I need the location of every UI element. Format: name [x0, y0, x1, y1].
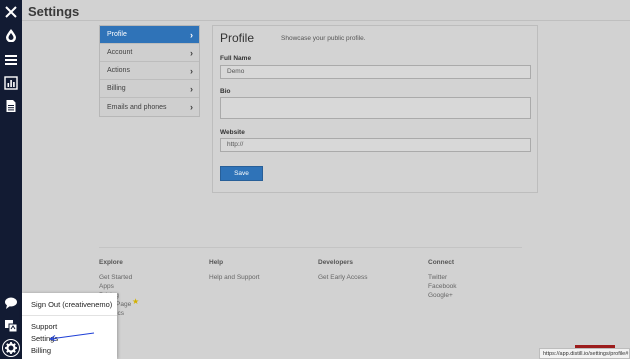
- nav-item-label: Account: [107, 49, 133, 56]
- footer-link-help-support[interactable]: Help and Support: [209, 273, 260, 282]
- chevron-right-icon: ›: [190, 47, 193, 58]
- chevron-right-icon: ›: [190, 102, 193, 112]
- annotation-arrow-icon: [49, 332, 95, 341]
- left-rail: [0, 0, 22, 359]
- settings-nav-account[interactable]: Account ›: [100, 44, 199, 62]
- footer-link-get-started[interactable]: Get Started: [99, 273, 132, 282]
- footer-developers: Developers Get Early Access: [318, 259, 368, 282]
- footer-divider: [99, 247, 522, 248]
- footer-help: Help Help and Support: [209, 259, 260, 282]
- nav-item-label: Emails and phones: [107, 103, 167, 111]
- settings-nav-billing[interactable]: Billing ›: [100, 80, 199, 98]
- save-button[interactable]: Save: [220, 166, 263, 181]
- profile-panel: Profile Showcase your public profile. Fu…: [212, 25, 538, 193]
- full-name-label: Full Name: [220, 55, 252, 62]
- document-icon[interactable]: [3, 98, 19, 114]
- website-label: Website: [220, 129, 245, 136]
- settings-nav-actions[interactable]: Actions ›: [100, 62, 199, 80]
- star-icon: ★: [132, 297, 140, 306]
- full-name-input[interactable]: Demo: [220, 65, 531, 79]
- bio-label: Bio: [220, 88, 231, 95]
- menu-divider: [22, 315, 117, 316]
- nav-item-label: Profile: [107, 31, 127, 38]
- menu-item-billing[interactable]: Billing: [31, 346, 51, 355]
- chevron-right-icon: ›: [190, 29, 193, 40]
- close-icon[interactable]: [3, 4, 19, 20]
- footer-link-twitter[interactable]: Twitter: [428, 273, 457, 282]
- menu-item-sign-out[interactable]: Sign Out (creativenemo): [31, 300, 112, 309]
- account-popup-menu: Sign Out (creativenemo) Support Settings…: [22, 293, 117, 359]
- page-title: Settings: [28, 4, 80, 19]
- footer-heading: Developers: [318, 259, 354, 266]
- footer-link-apps[interactable]: Apps: [99, 282, 132, 291]
- footer-connect: Connect Twitter Facebook Google+: [428, 259, 457, 300]
- footer-heading: Explore: [99, 259, 123, 266]
- chart-icon[interactable]: [3, 75, 19, 91]
- header-divider: [22, 20, 630, 21]
- drop-icon[interactable]: [3, 27, 19, 43]
- footer-link-google-plus[interactable]: Google+: [428, 291, 457, 300]
- footer-heading: Help: [209, 259, 224, 266]
- chat-icon[interactable]: [3, 295, 19, 311]
- footer-heading: Connect: [428, 259, 454, 266]
- nav-item-label: Actions: [107, 67, 130, 74]
- bio-textarea[interactable]: [220, 97, 531, 119]
- list-icon[interactable]: [3, 52, 19, 68]
- gear-icon[interactable]: [2, 339, 20, 357]
- footer-link-early-access[interactable]: Get Early Access: [318, 273, 368, 282]
- menu-item-support[interactable]: Support: [31, 322, 57, 331]
- profile-subtitle: Showcase your public profile.: [281, 35, 366, 42]
- chevron-right-icon: ›: [190, 65, 193, 76]
- settings-nav: Profile › Account › Actions › Billing › …: [99, 25, 200, 117]
- settings-nav-emails-phones[interactable]: Emails and phones ›: [100, 98, 199, 116]
- translate-icon[interactable]: [3, 318, 19, 334]
- chevron-right-icon: ›: [190, 83, 193, 94]
- settings-nav-profile[interactable]: Profile ›: [100, 26, 199, 44]
- website-input[interactable]: http://: [220, 138, 531, 152]
- profile-title: Profile: [220, 31, 255, 45]
- status-url: https://app.distill.io/settings/profile#: [539, 348, 630, 359]
- nav-item-label: Billing: [107, 85, 126, 92]
- footer-link-facebook[interactable]: Facebook: [428, 282, 457, 291]
